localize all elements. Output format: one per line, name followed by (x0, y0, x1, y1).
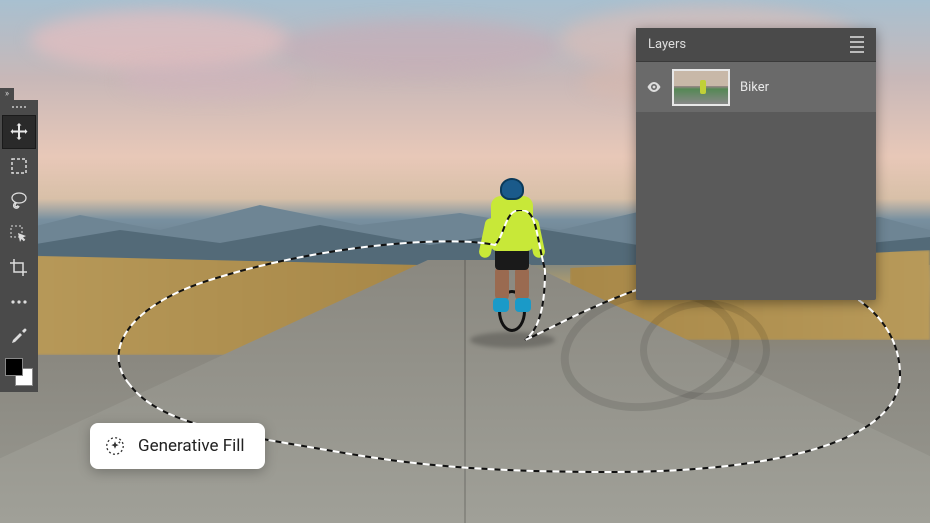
move-icon (9, 122, 29, 142)
foreground-color[interactable] (5, 358, 23, 376)
lasso-icon (9, 190, 29, 210)
crop-tool[interactable] (3, 252, 35, 284)
document-canvas[interactable]: » Layers (0, 0, 930, 523)
layer-thumbnail[interactable] (672, 69, 730, 106)
eyedropper-tool[interactable] (3, 320, 35, 352)
crop-icon (9, 258, 29, 278)
toolbar-expand[interactable]: » (0, 88, 14, 100)
tire-marks (640, 300, 770, 400)
generative-fill-button[interactable]: Generative Fill (90, 423, 265, 469)
color-swatches[interactable] (5, 358, 33, 386)
toolbar-grip[interactable] (9, 106, 29, 110)
layer-visibility-toggle[interactable] (646, 79, 662, 95)
more-tools[interactable] (3, 286, 35, 318)
cyclist (477, 178, 547, 333)
sparkle-icon (104, 435, 126, 457)
select-icon (9, 224, 29, 244)
layer-name[interactable]: Biker (740, 80, 769, 95)
object-select-tool[interactable] (3, 218, 35, 250)
layer-row[interactable]: Biker (636, 62, 876, 112)
layers-panel-header[interactable]: Layers (636, 28, 876, 62)
eyedropper-icon (10, 327, 28, 345)
hamburger-icon (850, 36, 864, 38)
lasso-tool[interactable] (3, 184, 35, 216)
sky-cloud (30, 10, 290, 70)
marquee-tool[interactable] (3, 150, 35, 182)
panel-menu-button[interactable] (850, 36, 864, 53)
toolbar (0, 100, 38, 392)
sky-cloud (120, 60, 300, 100)
move-tool[interactable] (3, 116, 35, 148)
layers-panel[interactable]: Layers Biker (636, 28, 876, 300)
cyclist-shadow (470, 332, 555, 348)
sky-cloud (280, 20, 560, 75)
eye-icon (646, 79, 662, 95)
layers-panel-title: Layers (648, 37, 686, 52)
marquee-icon (10, 157, 28, 175)
ellipsis-icon (10, 299, 28, 305)
generative-fill-label: Generative Fill (138, 436, 245, 456)
